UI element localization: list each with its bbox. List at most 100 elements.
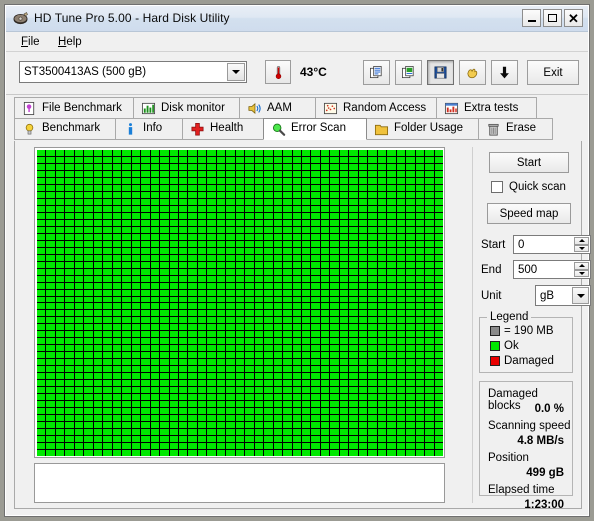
end-field-stepper-down[interactable] <box>574 269 589 277</box>
speed-map-button[interactable]: Speed map <box>487 203 571 224</box>
scan-block <box>197 184 207 191</box>
scan-block <box>330 303 339 310</box>
options-button[interactable] <box>459 60 486 85</box>
scan-block <box>387 282 396 289</box>
scan-block <box>264 150 273 156</box>
tab-file-benchmark[interactable]: File Benchmark <box>14 97 134 119</box>
speed-map-button-label: Speed map <box>499 207 559 220</box>
scan-block <box>188 212 197 219</box>
scan-block <box>46 184 55 191</box>
tab-erase-label: Erase <box>506 122 537 135</box>
scan-block <box>245 401 254 408</box>
scan-block <box>112 247 122 254</box>
scan-block <box>216 282 226 289</box>
end-field-stepper-up[interactable] <box>574 262 589 270</box>
info-icon <box>128 122 133 135</box>
scan-block <box>150 303 160 310</box>
end-field[interactable]: 500 <box>513 260 591 279</box>
quick-scan-checkbox[interactable]: Quick scan <box>491 181 566 193</box>
scan-block <box>37 261 46 268</box>
scan-map-grid[interactable] <box>37 150 443 456</box>
unit-chevron-down-icon[interactable] <box>572 287 589 304</box>
quick-scan-checkbox-box[interactable] <box>491 181 503 193</box>
scan-block <box>292 296 302 303</box>
scan-block <box>292 254 302 261</box>
tab-aam[interactable]: AAM <box>239 97 316 119</box>
scan-block <box>141 261 150 268</box>
tab-random-access[interactable]: Random Access <box>315 97 437 119</box>
unit-select[interactable]: gB <box>535 285 591 306</box>
scan-block <box>415 380 425 387</box>
scan-block <box>207 408 216 415</box>
scan-block <box>330 226 339 233</box>
scan-block <box>358 268 368 275</box>
scan-block <box>273 387 283 394</box>
tab-error-scan[interactable]: Error Scan <box>263 118 367 140</box>
tab-erase[interactable]: Erase <box>478 118 553 140</box>
save-button[interactable] <box>427 60 454 85</box>
scan-block <box>160 212 169 219</box>
tab-extra-tests[interactable]: Extra tests <box>436 97 537 119</box>
start-field-stepper-down[interactable] <box>574 244 589 252</box>
scan-block <box>368 156 377 163</box>
scan-block <box>396 184 406 191</box>
tab-disk-monitor[interactable]: Disk monitor <box>133 97 240 119</box>
scan-block <box>330 240 339 247</box>
scan-block <box>112 443 122 450</box>
copy-screenshot-button[interactable] <box>395 60 422 85</box>
start-field-stepper[interactable] <box>574 237 589 252</box>
drive-select[interactable]: ST3500413AS (500 gB) <box>19 61 247 83</box>
tab-folder-usage[interactable]: Folder Usage <box>366 118 479 140</box>
scan-block <box>387 289 396 296</box>
download-button[interactable] <box>491 60 518 85</box>
chevron-down-icon[interactable] <box>227 63 245 81</box>
start-field-stepper-up[interactable] <box>574 237 589 245</box>
scan-block <box>93 191 103 198</box>
maximize-button[interactable] <box>543 9 562 27</box>
scan-block <box>406 345 415 352</box>
scan-block <box>84 366 93 373</box>
scan-block <box>74 261 84 268</box>
scan-block <box>93 261 103 268</box>
scan-block <box>84 205 93 212</box>
scan-block <box>37 198 46 205</box>
scan-block <box>55 450 65 456</box>
scan-block <box>131 226 141 233</box>
menu-help[interactable]: Help <box>53 35 87 49</box>
scan-block <box>112 429 122 436</box>
scan-block <box>93 338 103 345</box>
scan-block <box>74 345 84 352</box>
scan-block <box>320 170 330 177</box>
scan-block <box>122 331 131 338</box>
copy-to-clipboard-button[interactable] <box>363 60 390 85</box>
tab-info[interactable]: Info <box>115 118 183 140</box>
scan-block <box>226 184 235 191</box>
scan-block <box>169 240 178 247</box>
scan-block <box>55 247 65 254</box>
menu-file[interactable]: File <box>16 35 45 49</box>
end-field-stepper[interactable] <box>574 262 589 277</box>
tab-benchmark[interactable]: Benchmark <box>14 118 116 140</box>
scan-block <box>150 282 160 289</box>
tab-health[interactable]: Health <box>182 118 264 140</box>
scan-block <box>150 191 160 198</box>
scan-block <box>349 429 358 436</box>
scan-block <box>131 170 141 177</box>
start-button[interactable]: Start <box>489 152 569 173</box>
start-field[interactable]: 0 <box>513 235 591 254</box>
scan-block <box>122 289 131 296</box>
scan-block <box>46 247 55 254</box>
minimize-button[interactable] <box>522 9 541 27</box>
scan-block <box>387 163 396 170</box>
scan-map[interactable] <box>34 147 445 458</box>
temperature-button[interactable] <box>265 60 291 84</box>
close-button[interactable]: ✕ <box>564 9 583 27</box>
scan-block <box>254 338 264 345</box>
end-field-value: 500 <box>518 263 538 276</box>
scan-block <box>368 184 377 191</box>
exit-button[interactable]: Exit <box>527 60 579 85</box>
scan-block <box>396 324 406 331</box>
scan-block <box>37 338 46 345</box>
scan-block <box>292 177 302 184</box>
scan-block <box>377 184 387 191</box>
